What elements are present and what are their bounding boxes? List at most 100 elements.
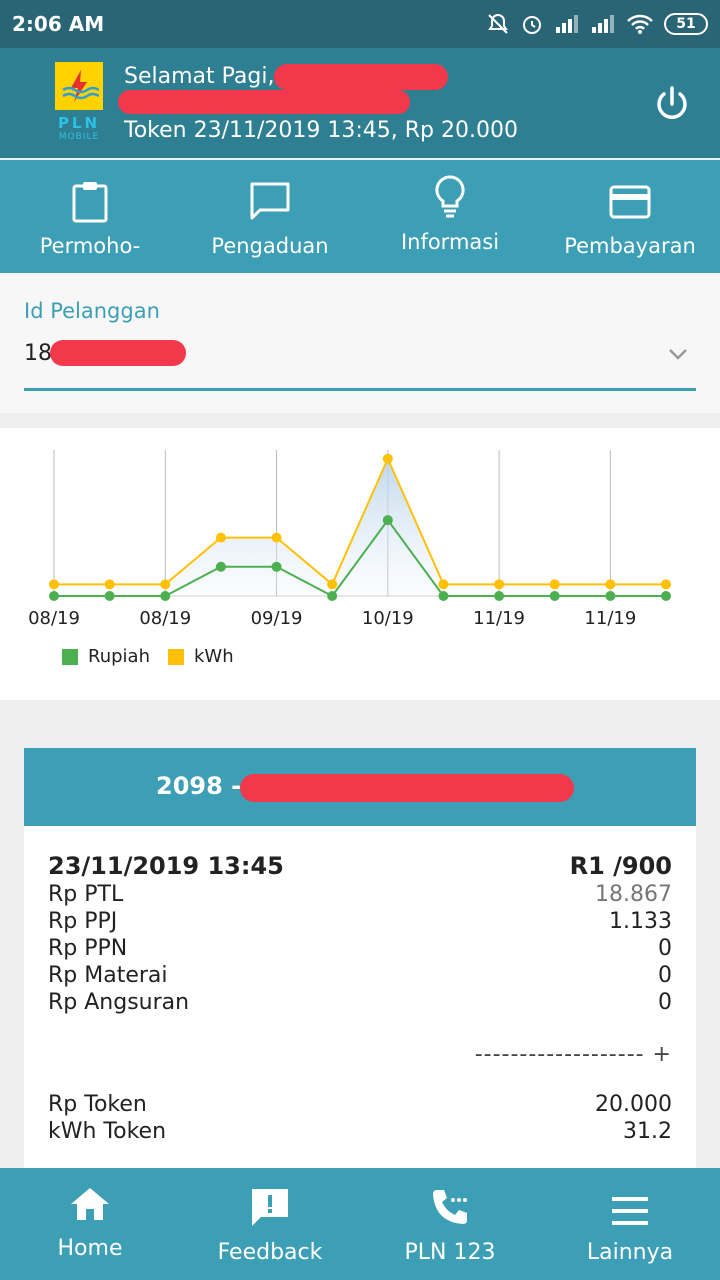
- receipt-separator-row: ------------------- +: [48, 1042, 672, 1067]
- redacted-name-2: [118, 90, 410, 114]
- receipt-row: Rp PPJ 1.133: [48, 909, 672, 934]
- pln-logo: PLN MOBILE: [54, 62, 104, 146]
- data-point-rupiah: [215, 561, 226, 572]
- receipt-row-value: 0: [658, 990, 672, 1015]
- data-point-kwh: [104, 579, 115, 590]
- receipt-tariff: R1 /900: [569, 852, 672, 880]
- main-menu: Permoho- Pengaduan Informasi Pembayaran: [0, 160, 720, 273]
- nav-feedback[interactable]: Feedback: [180, 1168, 360, 1280]
- redacted-receipt-name: [240, 774, 574, 802]
- x-tick-label: 09/19: [251, 608, 303, 629]
- x-tick-label: 08/19: [28, 608, 80, 629]
- lightbulb-icon: [435, 175, 465, 218]
- menu-label: Informasi: [400, 230, 500, 254]
- power-logout-icon[interactable]: [652, 84, 692, 124]
- customer-id-value[interactable]: 18: [24, 341, 52, 366]
- menu-item-pembayaran[interactable]: Pembayaran: [540, 160, 720, 273]
- chart-svg: 08/19 08/19 09/19 10/19 11/19 11/19: [28, 450, 671, 629]
- data-point-kwh: [438, 579, 449, 590]
- receipt-row-value: 18.867: [595, 882, 672, 907]
- data-point-rupiah: [327, 591, 338, 601]
- data-point-kwh: [549, 579, 560, 590]
- lightning-logo-icon: [55, 62, 103, 110]
- customer-id-section: Id Pelanggan 18: [0, 273, 720, 413]
- nav-label: PLN 123: [404, 1240, 496, 1265]
- legend-rupiah: Rupiah: [62, 646, 150, 667]
- receipt-row-value: 0: [658, 963, 672, 988]
- receipt-row-value: 1.133: [609, 909, 672, 934]
- x-tick-label: 10/19: [362, 608, 414, 629]
- menu-item-pengaduan[interactable]: Pengaduan: [180, 160, 360, 273]
- data-point-kwh: [605, 579, 616, 590]
- receipt-kwh-value: 31.2: [623, 1119, 672, 1144]
- data-point-kwh: [382, 453, 393, 464]
- data-point-rupiah: [271, 561, 282, 572]
- receipt-row: Rp Materai 0: [48, 963, 672, 988]
- receipt-row: Rp PPN 0: [48, 936, 672, 961]
- chevron-down-icon[interactable]: [668, 347, 688, 361]
- receipt-date-row: 23/11/2019 13:45 R1 /900: [48, 852, 672, 880]
- legend-label-kwh: kWh: [193, 646, 234, 667]
- legend-kwh: kWh: [167, 646, 234, 667]
- greeting-text: Selamat Pagi,: [124, 64, 275, 89]
- battery-icon: 51: [664, 13, 708, 35]
- data-point-kwh: [271, 532, 282, 543]
- data-point-rupiah: [494, 591, 505, 601]
- data-point-kwh: [327, 579, 338, 590]
- data-point-kwh: [494, 579, 505, 590]
- data-point-kwh: [215, 532, 226, 543]
- status-bar: 2:06 AM 51: [0, 0, 720, 48]
- data-point-kwh: [49, 579, 59, 590]
- receipt-separator: ------------------- +: [474, 1042, 672, 1067]
- receipt-date: 23/11/2019 13:45: [48, 852, 284, 880]
- bottom-navigation: Home Feedback PLN 123 Lainnya: [0, 1168, 720, 1280]
- x-tick-label: 11/19: [584, 608, 636, 629]
- receipt-token-row: Rp Token 20.000: [48, 1092, 672, 1117]
- chart-area: [54, 458, 666, 596]
- menu-label: Pengaduan: [211, 234, 329, 258]
- receipt-row-value: 0: [658, 936, 672, 961]
- legend-swatch-kwh: [167, 648, 184, 665]
- credit-card-icon: [609, 185, 651, 219]
- menu-icon: [612, 1197, 648, 1225]
- home-icon: [71, 1188, 109, 1220]
- receipt-row-label: Rp Angsuran: [48, 990, 190, 1015]
- data-point-rupiah: [438, 591, 449, 601]
- nav-lainnya[interactable]: Lainnya: [540, 1168, 720, 1280]
- phone-icon: [433, 1190, 467, 1224]
- chat-icon: [250, 182, 290, 220]
- data-point-rupiah: [382, 515, 393, 526]
- logo-subtext: MOBILE: [58, 132, 100, 142]
- chart-legend: Rupiah kWh: [62, 646, 252, 667]
- menu-item-permohonan[interactable]: Permoho-: [0, 160, 180, 273]
- alarm-icon: [523, 16, 541, 34]
- receipt-row: Rp Angsuran 0: [48, 990, 672, 1015]
- data-point-rupiah: [49, 591, 59, 601]
- menu-item-informasi[interactable]: Informasi: [360, 160, 540, 273]
- nav-label: Feedback: [217, 1240, 323, 1265]
- app-header: PLN MOBILE Selamat Pagi, Token 23/11/201…: [0, 48, 720, 160]
- data-point-kwh: [661, 579, 671, 590]
- redacted-customer-id: [50, 340, 186, 366]
- nav-label: Home: [57, 1236, 123, 1261]
- usage-chart: 08/19 08/19 09/19 10/19 11/19 11/19 Rupiah kW…: [0, 428, 720, 700]
- status-time: 2:06 AM: [12, 12, 105, 36]
- logo-text: PLN: [57, 114, 101, 132]
- legend-label-rupiah: Rupiah: [88, 646, 150, 667]
- data-point-rupiah: [549, 591, 560, 601]
- x-tick-label: 08/19: [139, 608, 191, 629]
- nav-pln123[interactable]: PLN 123: [360, 1168, 540, 1280]
- data-point-rupiah: [104, 591, 115, 601]
- receipt-kwh-row: kWh Token 31.2: [48, 1119, 672, 1144]
- receipt-row: Rp PTL 18.867: [48, 882, 672, 907]
- data-point-rupiah: [661, 591, 671, 601]
- menu-label: Permoho-: [39, 234, 141, 258]
- receipt-title: 2098 -: [156, 772, 242, 800]
- nav-label: Lainnya: [586, 1240, 674, 1265]
- receipt-row-label: Rp PPN: [48, 936, 128, 961]
- x-tick-label: 11/19: [473, 608, 525, 629]
- nav-home[interactable]: Home: [0, 1168, 180, 1280]
- wifi-icon: [627, 14, 653, 34]
- receipt-body: 23/11/2019 13:45 R1 /900 Rp PTL 18.867 R…: [24, 826, 696, 1176]
- receipt-header: 2098 -: [24, 748, 696, 826]
